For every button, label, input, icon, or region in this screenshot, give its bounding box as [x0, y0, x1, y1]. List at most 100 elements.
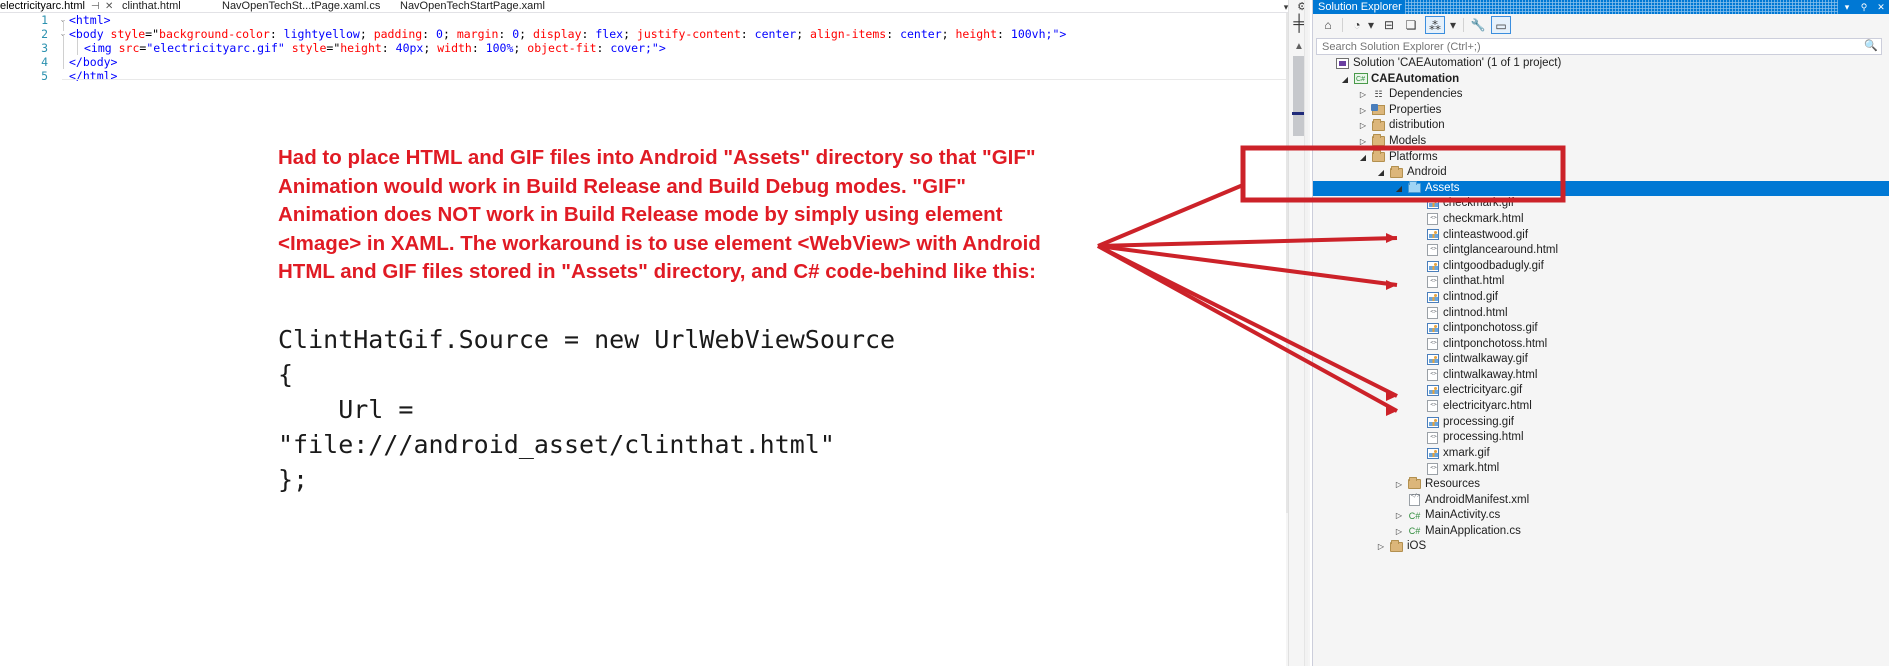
expander-expanded-icon[interactable]: ◢: [1393, 181, 1405, 197]
tree-item-label: clintgoodbadugly.gif: [1443, 259, 1544, 272]
html-icon: [1425, 398, 1440, 415]
code-token: style: [291, 41, 327, 55]
expander-collapsed-icon[interactable]: ▷: [1375, 539, 1387, 555]
tree-item-label: electricityarc.gif: [1443, 384, 1523, 397]
chevron-down-icon[interactable]: ▾: [1366, 16, 1376, 34]
tree-item-clintponchotoss-gif[interactable]: clintponchotoss.gif: [1313, 321, 1889, 337]
tree-item-clintgoodbadugly-gif[interactable]: clintgoodbadugly.gif: [1313, 259, 1889, 275]
splitter-handle[interactable]: [1304, 0, 1308, 666]
line-number: 2: [41, 27, 48, 41]
collapse-all-icon[interactable]: ⊟: [1379, 16, 1399, 34]
tab-clinthat-html[interactable]: clinthat.html: [122, 0, 181, 13]
expander-collapsed-icon[interactable]: ▷: [1393, 524, 1405, 540]
show-all-files-icon[interactable]: ❏: [1401, 16, 1421, 34]
view-code-icon[interactable]: ⁂: [1425, 16, 1445, 34]
code-token: ;: [796, 27, 811, 41]
tree-item-mainapplication-cs[interactable]: ▷ C# MainApplication.cs: [1313, 524, 1889, 540]
html-icon: [1425, 305, 1440, 322]
tree-item-electricityarc-html[interactable]: electricityarc.html: [1313, 398, 1889, 415]
tree-item-xmark-gif[interactable]: xmark.gif: [1313, 446, 1889, 462]
tree-item-label: CAEAutomation: [1371, 72, 1460, 85]
tree-item-mainactivity-cs[interactable]: ▷ C# MainActivity.cs: [1313, 508, 1889, 524]
tree-item-clintwalkaway-html[interactable]: clintwalkaway.html: [1313, 367, 1889, 384]
gif-icon: [1425, 228, 1440, 244]
tree-item-processing-gif[interactable]: processing.gif: [1313, 415, 1889, 431]
scrollbar-thumb[interactable]: [1293, 56, 1304, 136]
chevron-down-icon[interactable]: ▾: [1840, 0, 1854, 14]
tab-navopentechstartpage-xaml-cs[interactable]: NavOpenTechSt...tPage.xaml.cs: [222, 0, 380, 13]
close-icon[interactable]: ✕: [1874, 0, 1888, 14]
tree-item-electricityarc-gif[interactable]: electricityarc.gif: [1313, 383, 1889, 399]
tree-item-androidmanifest-xml[interactable]: AndroidManifest.xml: [1313, 489, 1889, 509]
tree-item-resources[interactable]: ▷ Resources: [1313, 477, 1889, 493]
expander-collapsed-icon[interactable]: ▷: [1357, 87, 1369, 103]
tree-item-processing-html[interactable]: processing.html: [1313, 430, 1889, 446]
search-solution-explorer[interactable]: 🔍: [1316, 38, 1882, 55]
pending-changes-icon[interactable]: ◔: [1347, 16, 1367, 34]
tree-item-properties[interactable]: ▷ Properties: [1313, 103, 1889, 119]
code-token: </html>: [69, 69, 118, 83]
tree-item-solution-caeautomation-1-of-1-project[interactable]: Solution 'CAEAutomation' (1 of 1 project…: [1313, 56, 1889, 72]
tree-item-caeautomation[interactable]: ◢ C# CAEAutomation: [1313, 72, 1889, 88]
tab-navopentechstartpage-xaml[interactable]: NavOpenTechStartPage.xaml: [400, 0, 545, 13]
tree-item-clintwalkaway-gif[interactable]: clintwalkaway.gif: [1313, 352, 1889, 368]
code-token: ;: [519, 27, 534, 41]
csharp-project-icon: C#: [1353, 72, 1368, 88]
code-token: lightyellow: [283, 27, 360, 41]
tree-item-label: clintwalkaway.html: [1443, 368, 1538, 381]
expander-collapsed-icon[interactable]: ▷: [1357, 134, 1369, 150]
expander-collapsed-icon[interactable]: ▷: [1357, 118, 1369, 134]
tree-item-clintnod-html[interactable]: clintnod.html: [1313, 305, 1889, 322]
tree-item-xmark-html[interactable]: xmark.html: [1313, 461, 1889, 477]
search-icon[interactable]: 🔍: [1864, 39, 1878, 54]
code-token: height: [955, 27, 998, 41]
tree-item-label: Properties: [1389, 103, 1442, 116]
home-icon[interactable]: ⌂: [1318, 16, 1338, 34]
tree-item-platforms[interactable]: ◢ Platforms: [1313, 149, 1889, 166]
chevron-down-icon[interactable]: ▾: [1280, 1, 1292, 13]
tree-item-distribution[interactable]: ▷ distribution: [1313, 118, 1889, 134]
editor-tab-strip: electricityarc.html ⊣ ✕ clinthat.html Na…: [0, 0, 1310, 13]
gif-icon: [1425, 446, 1440, 462]
tree-item-models[interactable]: ▷ Models: [1313, 134, 1889, 150]
solution-tree[interactable]: Solution 'CAEAutomation' (1 of 1 project…: [1313, 56, 1889, 666]
line-number: 3: [41, 41, 48, 55]
properties-wrench-icon[interactable]: 🔧: [1468, 16, 1488, 34]
expander-collapsed-icon[interactable]: ▷: [1393, 477, 1405, 493]
chevron-down-icon[interactable]: ▾: [1448, 16, 1458, 34]
close-icon[interactable]: ✕: [105, 0, 113, 13]
code-token: <img: [84, 41, 119, 55]
tree-item-dependencies[interactable]: ▷ ☷ Dependencies: [1313, 87, 1889, 103]
expander-expanded-icon[interactable]: ◢: [1375, 165, 1387, 181]
pin-icon[interactable]: ⊣: [91, 0, 100, 13]
dependencies-icon: ☷: [1374, 89, 1383, 100]
html-icon: [1425, 274, 1440, 290]
tree-item-clinteastwood-gif[interactable]: clinteastwood.gif: [1313, 228, 1889, 244]
code-token: background-color: [159, 27, 270, 41]
tree-item-checkmark-gif[interactable]: checkmark.gif: [1313, 196, 1889, 212]
tree-item-ios[interactable]: ▷ iOS: [1313, 539, 1889, 555]
expander-expanded-icon[interactable]: ◢: [1339, 72, 1351, 88]
tree-item-label: clintnod.html: [1443, 306, 1508, 319]
expander-expanded-icon[interactable]: ◢: [1357, 150, 1369, 166]
tree-item-clintponchotoss-html[interactable]: clintponchotoss.html: [1313, 336, 1889, 353]
tree-item-label: AndroidManifest.xml: [1425, 493, 1530, 506]
expander-collapsed-icon[interactable]: ▷: [1393, 508, 1405, 524]
tree-item-clintnod-gif[interactable]: clintnod.gif: [1313, 290, 1889, 306]
pin-icon[interactable]: ⚲: [1857, 0, 1871, 14]
tree-item-clinthat-html[interactable]: clinthat.html: [1313, 274, 1889, 290]
search-input[interactable]: [1320, 39, 1840, 54]
expander-collapsed-icon[interactable]: ▷: [1357, 103, 1369, 119]
tree-item-android[interactable]: ◢ Android: [1313, 165, 1889, 181]
code-token: 100%: [485, 41, 514, 55]
html-icon: [1425, 461, 1440, 477]
code-line: <html>: [69, 13, 111, 27]
tree-item-clintglancearound-html[interactable]: clintglancearound.html: [1313, 242, 1889, 259]
tree-item-checkmark-html[interactable]: checkmark.html: [1313, 211, 1889, 228]
tree-item-assets[interactable]: ◢ Assets: [1313, 180, 1889, 197]
preview-selected-items-icon[interactable]: ▭: [1491, 16, 1511, 34]
tab-electricityarc-html[interactable]: electricityarc.html: [0, 0, 85, 13]
code-token: 100vh: [1010, 27, 1046, 41]
